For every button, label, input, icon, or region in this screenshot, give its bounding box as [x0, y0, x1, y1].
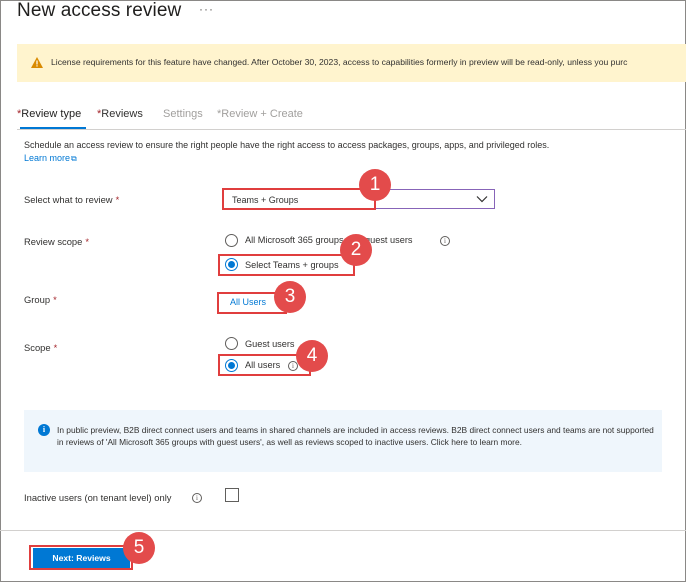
info-icon: i: [38, 424, 50, 436]
select-what-to-review-label: Select what to review *: [24, 194, 120, 205]
highlight-next-button: [29, 545, 133, 570]
guest-users-label: Guest users: [245, 339, 295, 349]
callout-1: 1: [359, 169, 391, 201]
highlight-review-target: [222, 188, 376, 210]
learn-more-link[interactable]: Learn more⧉: [24, 153, 77, 164]
review-scope-label: Review scope *: [24, 236, 90, 247]
radio-guest-users[interactable]: [225, 337, 238, 350]
external-link-icon: ⧉: [71, 154, 77, 163]
radio-all-m365-groups[interactable]: [225, 234, 238, 247]
more-options-button[interactable]: ···: [199, 2, 214, 16]
license-warning-banner: License requirements for this feature ha…: [17, 44, 686, 82]
group-label: Group *: [24, 294, 57, 305]
tab-settings[interactable]: Settings: [163, 108, 203, 120]
page-title: New access review: [17, 0, 182, 21]
b2b-info-box[interactable]: i In public preview, B2B direct connect …: [24, 410, 662, 472]
page-description: Schedule an access review to ensure the …: [24, 140, 550, 150]
banner-text: License requirements for this feature ha…: [51, 57, 628, 67]
chevron-down-icon: [476, 196, 488, 203]
highlight-select-teams: [218, 254, 355, 276]
b2b-info-text: In public preview, B2B direct connect us…: [57, 425, 654, 447]
inactive-users-label: Inactive users (on tenant level) only: [24, 492, 172, 503]
tabs-divider: [17, 129, 686, 130]
info-icon[interactable]: i: [440, 236, 450, 246]
tab-review-type[interactable]: *Review type: [17, 108, 81, 120]
callout-3: 3: [274, 281, 306, 313]
tab-review-create[interactable]: *Review + Create: [217, 108, 303, 120]
warning-icon: [31, 57, 43, 68]
footer-divider: [0, 530, 686, 531]
all-m365-groups-label: All Microsoft 365 groups with guest user…: [245, 235, 413, 245]
tab-reviews[interactable]: *Reviews: [97, 108, 143, 120]
callout-5: 5: [123, 532, 155, 564]
inactive-users-checkbox[interactable]: [225, 488, 239, 502]
callout-4: 4: [296, 340, 328, 372]
info-icon[interactable]: i: [192, 493, 202, 503]
callout-2: 2: [340, 234, 372, 266]
scope-label: Scope *: [24, 342, 58, 353]
